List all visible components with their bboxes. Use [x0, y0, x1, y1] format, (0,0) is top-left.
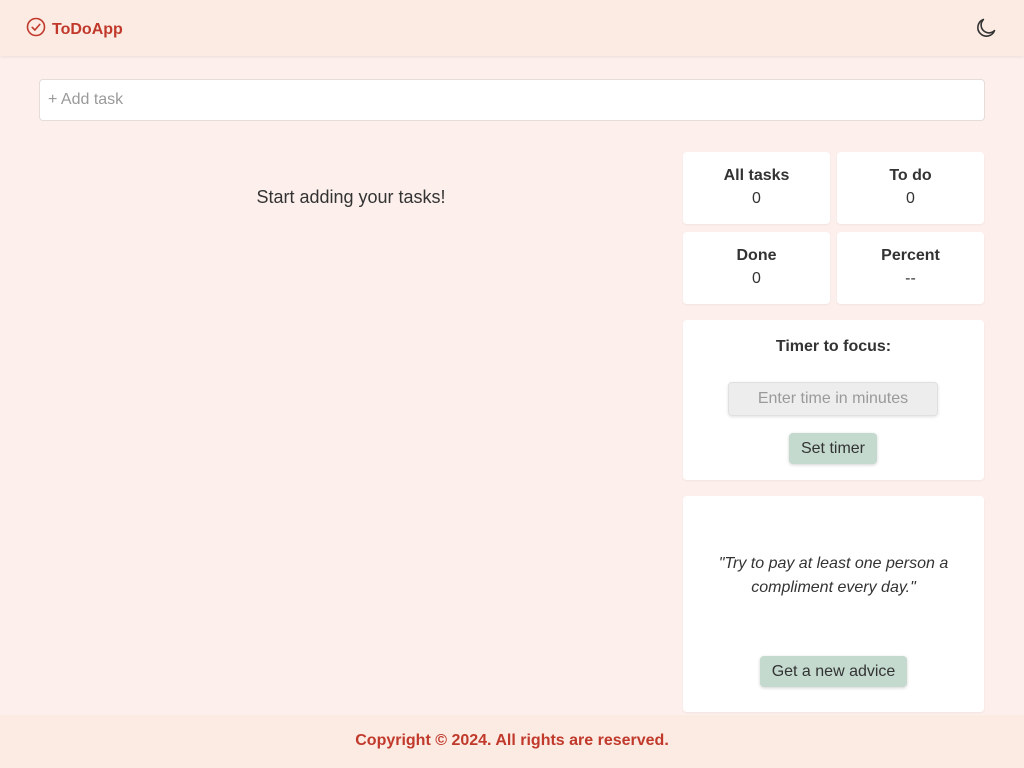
stat-label: Percent: [881, 247, 940, 264]
focus-timer-panel: Timer to focus: Set timer: [683, 320, 984, 480]
stat-value: 0: [752, 270, 761, 287]
stat-value: 0: [752, 190, 761, 207]
timer-minutes-input[interactable]: [728, 382, 938, 416]
advice-quote: "Try to pay at least one person a compli…: [718, 555, 949, 596]
new-advice-button[interactable]: Get a new advice: [760, 656, 907, 687]
stat-value: --: [905, 270, 916, 287]
copyright-text: Copyright © 2024. All rights are reserve…: [355, 732, 669, 749]
check-circle-icon: [26, 17, 46, 42]
theme-toggle-button[interactable]: [974, 16, 998, 40]
moon-icon: [974, 18, 998, 44]
stat-label: To do: [889, 167, 932, 184]
stat-card-percent: Percent --: [837, 232, 984, 304]
stat-label: All tasks: [723, 167, 790, 184]
app-header: ToDoApp: [0, 0, 1024, 56]
stat-label: Done: [736, 247, 777, 264]
stat-value: 0: [906, 190, 915, 207]
stat-card-done: Done 0: [683, 232, 830, 304]
app-footer: Copyright © 2024. All rights are reserve…: [0, 715, 1024, 768]
stat-card-to-do: To do 0: [837, 152, 984, 224]
set-timer-button[interactable]: Set timer: [789, 433, 877, 464]
brand-logo[interactable]: ToDoApp: [26, 17, 123, 42]
stat-card-all-tasks: All tasks 0: [683, 152, 830, 224]
app-title: ToDoApp: [52, 20, 123, 38]
add-task-input[interactable]: [39, 79, 985, 121]
timer-title: Timer to focus:: [775, 338, 892, 355]
advice-panel: "Try to pay at least one person a compli…: [683, 496, 984, 712]
empty-tasks-message: Start adding your tasks!: [256, 187, 446, 207]
